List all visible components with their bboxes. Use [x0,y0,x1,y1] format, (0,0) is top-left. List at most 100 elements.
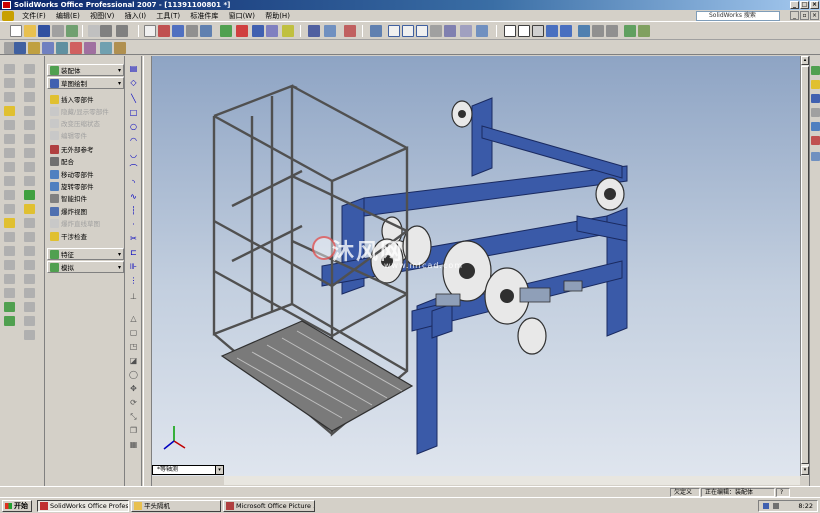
solidworks-resources-icon[interactable] [811,66,820,75]
revolve-boss-icon[interactable] [4,78,15,88]
sketch-picture-icon[interactable]: ▦ [128,440,139,450]
smart-dimension-icon[interactable]: ◇ [128,78,139,88]
options-gear-icon[interactable] [186,25,198,37]
delete-face-icon[interactable] [24,330,35,340]
configuration-icon[interactable] [266,25,278,37]
dome-icon[interactable] [4,274,15,284]
minimize-button[interactable]: _ [790,1,799,9]
move-entities-icon[interactable]: ✥ [128,384,139,394]
surface-sweep-icon[interactable] [24,218,35,228]
panel-item-explode-line-sketch[interactable]: 爆炸直线草图 [48,218,124,230]
solidworks-app-icon[interactable] [2,1,11,9]
rebuild-icon[interactable] [158,25,170,37]
maximize-button[interactable]: □ [800,1,809,9]
panel-item-insert-component[interactable]: 插入零部件 [48,94,124,106]
menu-standard-library[interactable]: 标准件库 [186,10,222,22]
thicken-icon[interactable] [24,316,35,326]
horizontal-scrollbar[interactable] [224,476,800,485]
panel-item-exploded-view[interactable]: 爆炸视图 [48,206,124,218]
chevron-down-icon[interactable]: ▾ [215,466,223,474]
centerline-icon[interactable]: ┆ [128,206,139,216]
hole-wizard-icon[interactable] [28,42,40,54]
panel-item-hide-show-component[interactable]: 隐藏/显示零部件 [48,106,124,118]
hidden-lines-visible-icon[interactable] [518,25,530,37]
assembly-model-render[interactable] [152,56,800,476]
offset-surface-icon[interactable] [24,246,35,256]
view-palette-icon[interactable] [811,122,820,131]
mate-reference-icon[interactable] [24,120,35,130]
undo-icon[interactable] [100,25,112,37]
menu-insert[interactable]: 插入(I) [121,10,151,22]
point-icon[interactable] [24,106,35,116]
status-help-icon[interactable]: ? [776,488,790,497]
shell-icon[interactable] [4,204,15,214]
help-icon[interactable] [282,25,294,37]
extrude-cut-icon[interactable] [4,120,15,130]
doc-minimize-button[interactable]: _ [790,11,799,20]
clock[interactable]: 8:22 [798,502,813,510]
sketch-fillet-icon[interactable]: ◝ [128,178,139,188]
rotate-view-icon[interactable] [430,25,442,37]
mirror-icon[interactable] [4,260,15,270]
sketch-icon[interactable]: ▤ [128,64,139,74]
realview-icon[interactable] [606,25,618,37]
document-recovery-icon[interactable] [811,136,820,145]
rotate-entities-icon[interactable]: ⟳ [128,398,139,408]
panel-item-edit-part[interactable]: 编辑零件 [48,130,124,142]
solidworks-search-box[interactable]: SolidWorks 搜索 [696,11,780,21]
file-properties-icon[interactable] [172,25,184,37]
assembly-icon[interactable] [236,25,248,37]
start-button[interactable]: 开始 [2,500,32,512]
sketch-text-icon[interactable]: ◪ [128,356,139,366]
flex-icon[interactable] [4,302,15,312]
open-folder-icon[interactable] [24,25,36,37]
surface-loft-icon[interactable] [24,232,35,242]
sheet-metal-icon[interactable] [100,42,112,54]
spline-icon[interactable]: ∿ [128,192,139,202]
panel-item-simulation[interactable]: 模拟 ▾ [47,261,124,273]
surfaces-icon[interactable] [114,42,126,54]
chamfer-icon[interactable] [4,176,15,186]
split-line-icon[interactable] [24,134,35,144]
smart-dimension-icon[interactable] [14,42,26,54]
construction-geometry-icon[interactable]: ◯ [128,370,139,380]
shadows-icon[interactable] [578,25,590,37]
shape-icon[interactable] [4,288,15,298]
scroll-down-arrow-icon[interactable]: ▾ [801,466,809,475]
helix-icon[interactable] [24,176,35,186]
extrude-boss-icon[interactable] [4,64,15,74]
solidworks-logo-icon[interactable] [2,11,14,21]
offset-entities-icon[interactable]: ⊏ [128,248,139,258]
menu-tools[interactable]: 工具(T) [152,10,184,22]
display-relations-icon[interactable]: △ [128,314,139,324]
panel-item-no-external-references[interactable]: 无外部参考 [48,144,124,156]
grid-icon[interactable] [200,25,212,37]
mirror-entities-icon[interactable]: ⊪ [128,262,139,272]
scrollbar-thumb[interactable] [801,66,809,464]
menu-edit[interactable]: 编辑(E) [52,10,84,22]
photoworks-icon[interactable] [624,25,636,37]
rib-icon[interactable] [4,190,15,200]
draft-icon[interactable] [4,218,15,228]
perspective-icon[interactable] [592,25,604,37]
panel-item-interference-detection[interactable]: 干涉检查 [48,231,124,243]
zoom-to-fit-icon[interactable] [388,25,400,37]
drawing-icon[interactable] [252,25,264,37]
section-view-icon[interactable] [344,25,356,37]
taskbar-item-picture-manager[interactable]: Microsoft Office Picture ... [223,500,315,512]
menu-help[interactable]: 帮助(H) [261,10,294,22]
tangent-arc-icon[interactable]: ◡ [128,150,139,160]
point-icon[interactable]: · [128,220,139,230]
collapse-pane-icon[interactable] [811,152,820,161]
circle-icon[interactable]: ○ [128,122,139,132]
add-relation-icon[interactable]: ⊥ [128,292,139,302]
panel-item-move-component[interactable]: 移动零部件 [48,169,124,181]
scroll-up-arrow-icon[interactable]: ▴ [801,56,809,65]
fillet-icon[interactable] [4,162,15,172]
rectangle-icon[interactable]: □ [128,108,139,118]
curves-icon[interactable] [56,42,68,54]
centerpoint-arc-icon[interactable]: ◠ [128,136,139,146]
line-icon[interactable]: ╲ [128,94,139,104]
revolve-cut-icon[interactable] [4,134,15,144]
select-arrow-icon[interactable] [144,25,156,37]
